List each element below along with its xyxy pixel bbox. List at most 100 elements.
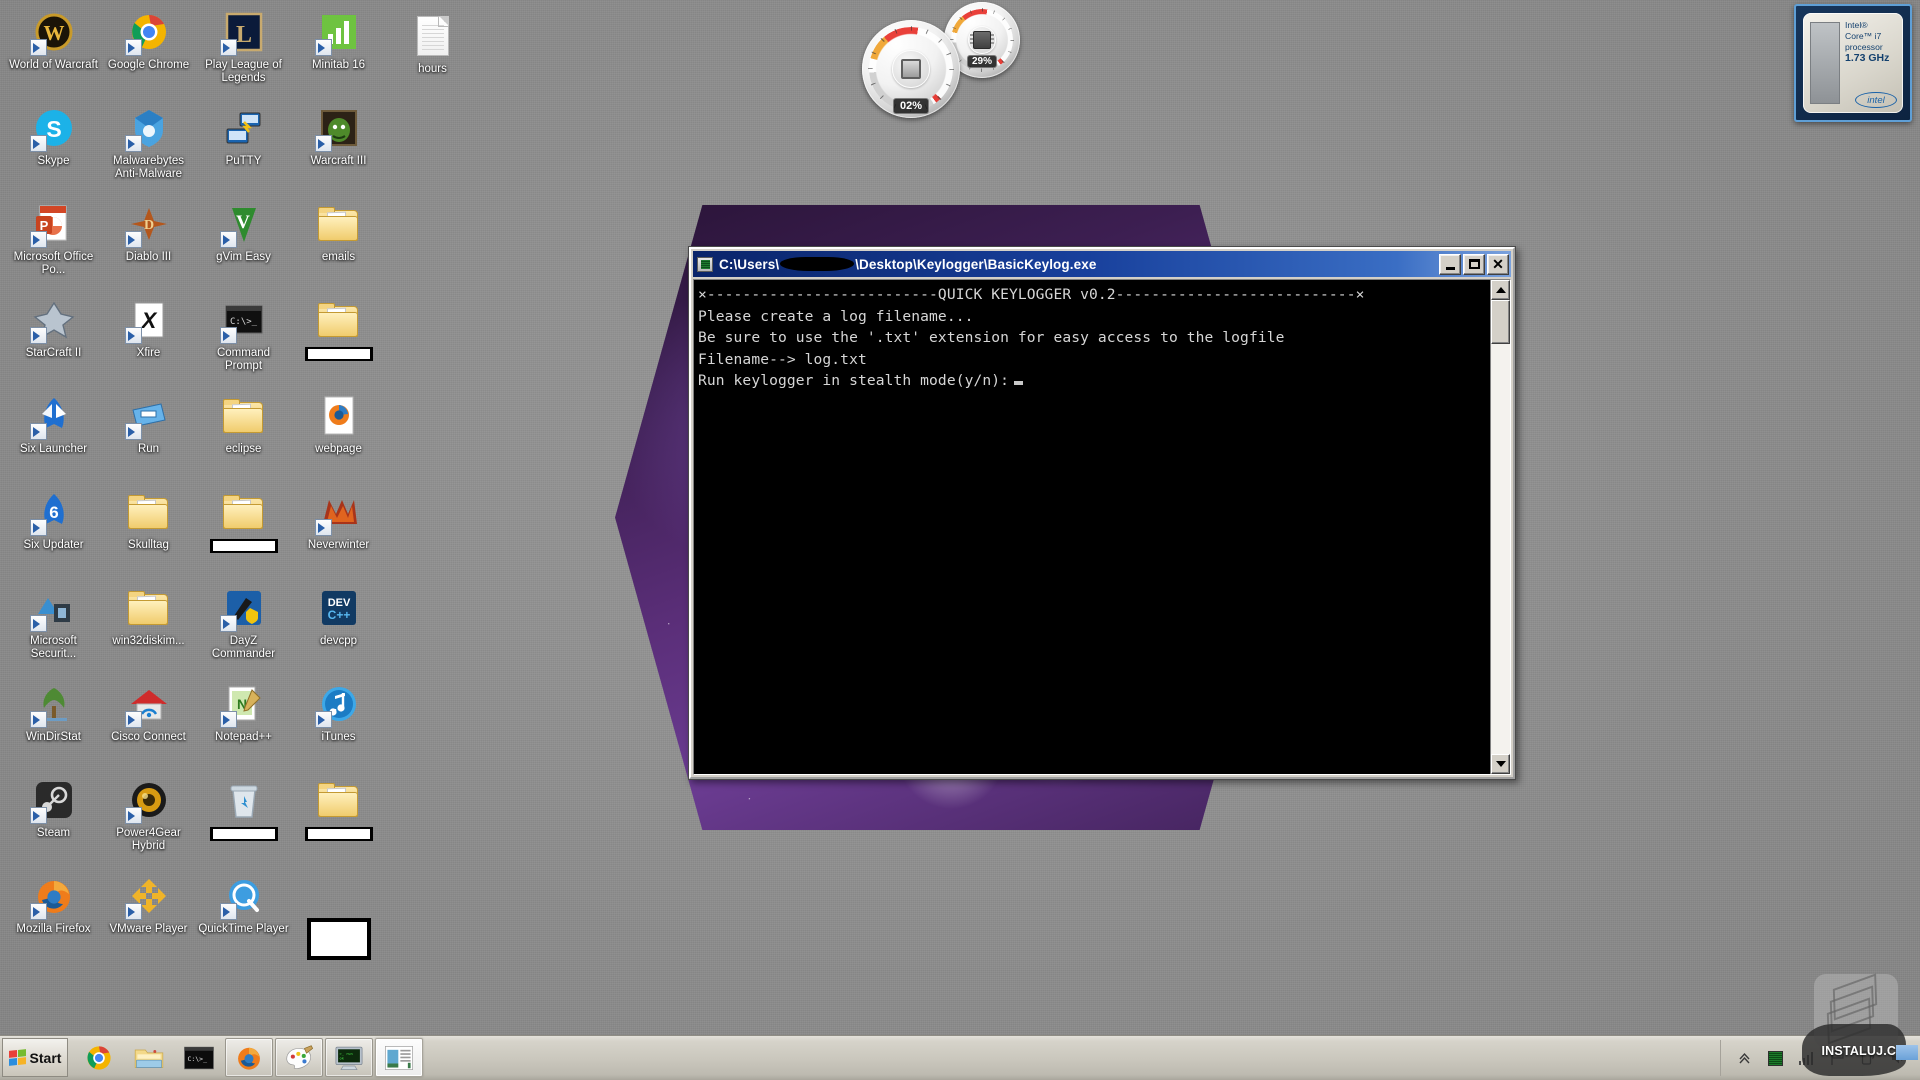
desktop-icon-minitab-16[interactable]: Minitab 16 — [291, 4, 386, 100]
taskbar-command-prompt[interactable]: C:\>_ — [175, 1038, 223, 1077]
diablo-iii-icon: D — [125, 200, 173, 248]
svg-text:6: 6 — [49, 503, 58, 522]
desktop-icon-win32diskim[interactable]: win32diskim... — [101, 580, 196, 676]
desktop-icon-skype[interactable]: SSkype — [6, 100, 101, 196]
desktop-icon-microsoft-office-po[interactable]: PMicrosoft Office Po... — [6, 196, 101, 292]
maximize-button[interactable] — [1463, 254, 1485, 275]
desktop-icon-redacted[interactable] — [291, 772, 386, 868]
network-monitor-icon[interactable] — [1766, 1049, 1784, 1067]
window-title: C:\Users\\Desktop\Keylogger\BasicKeylog.… — [719, 257, 1437, 272]
console-window[interactable]: C:\Users\\Desktop\Keylogger\BasicKeylog.… — [688, 246, 1516, 780]
desktop-icon-label: Skulltag — [128, 539, 169, 552]
desktop-icon-skulltag[interactable]: Skulltag — [101, 484, 196, 580]
desktop-icon-label: Diablo III — [126, 251, 171, 264]
intel-cpu-gadget[interactable]: Intel® Core™ i7 processor 1.73 GHz intel — [1794, 4, 1912, 122]
desktop-icon-gvim-easy[interactable]: VgVim Easy — [196, 196, 291, 292]
system-tray[interactable] — [1720, 1040, 1920, 1076]
window-titlebar[interactable]: C:\Users\\Desktop\Keylogger\BasicKeylog.… — [693, 251, 1511, 277]
cpu-gauge-value: 29% — [967, 55, 997, 68]
folder-icon — [315, 296, 363, 344]
desktop-icon-neverwinter[interactable]: Neverwinter — [291, 484, 386, 580]
console-text[interactable]: ×--------------------------QUICK KEYLOGG… — [694, 280, 1490, 774]
desktop-icon-label: webpage — [315, 443, 362, 456]
desktop-icon-eclipse[interactable]: eclipse — [196, 388, 291, 484]
windows-logo-icon — [9, 1049, 26, 1066]
desktop-icon-redacted[interactable] — [196, 772, 291, 868]
folder-icon — [125, 488, 173, 536]
desktop-icon-google-chrome[interactable]: Google Chrome — [101, 4, 196, 100]
scroll-up-button[interactable] — [1491, 280, 1510, 300]
desktop-icon-vmware-player[interactable]: VMware Player — [101, 868, 196, 964]
desktop-icon-redacted[interactable] — [291, 292, 386, 388]
desktop-icon-emails[interactable]: emails — [291, 196, 386, 292]
six-updater-icon: 6 — [30, 488, 78, 536]
desktop-icon-play-league-of-legends[interactable]: LPlay League of Legends — [196, 4, 291, 100]
taskbar-remote-desktop[interactable]: >_ run ok — [325, 1038, 373, 1077]
desktop-icon-microsoft-securit[interactable]: Microsoft Securit... — [6, 580, 101, 676]
desktop-icon-six-launcher[interactable]: Six Launcher — [6, 388, 101, 484]
scrollbar-thumb[interactable] — [1491, 300, 1510, 344]
taskbar-google-chrome[interactable] — [75, 1038, 123, 1077]
scrollbar-track[interactable] — [1491, 344, 1510, 754]
action-center-flag-icon[interactable] — [1828, 1049, 1846, 1067]
taskbar[interactable]: Start C:\>_ — [0, 1035, 1920, 1080]
desktop-icon-cisco-connect[interactable]: Cisco Connect — [101, 676, 196, 772]
desktop[interactable]: WWorld of Warcraft Google Chrome LPlay L… — [0, 0, 1920, 1080]
desktop-icon-diablo-iii[interactable]: D Diablo III — [101, 196, 196, 292]
desktop-icon-quicktime-player[interactable]: QuickTime Player — [196, 868, 291, 964]
signal-strength-icon[interactable] — [1797, 1049, 1815, 1067]
desktop-icon-devcpp[interactable]: DEV C++devcpp — [291, 580, 386, 676]
desktop-icon-command-prompt[interactable]: C:\>_Command Prompt — [196, 292, 291, 388]
desktop-icon-six-updater[interactable]: 6Six Updater — [6, 484, 101, 580]
performance-gauge-gadget[interactable]: 29% 02% — [862, 2, 1028, 120]
watermark-logo-icon — [1826, 982, 1888, 1040]
desktop-icon-dayz-commander[interactable]: DayZ Commander — [196, 580, 291, 676]
console-output-area[interactable]: ×--------------------------QUICK KEYLOGG… — [693, 279, 1511, 775]
desktop-icon-putty[interactable]: PuTTY — [196, 100, 291, 196]
minimize-button[interactable] — [1439, 254, 1461, 275]
desktop-icon-label: Xfire — [137, 347, 161, 360]
memory-gauge[interactable]: 02% — [862, 20, 960, 118]
desktop-icon-power4gear-hybrid[interactable]: Power4Gear Hybrid — [101, 772, 196, 868]
desktop-icon-windirstat[interactable]: WinDirStat — [6, 676, 101, 772]
desktop-icon-itunes[interactable]: iTunes — [291, 676, 386, 772]
desktop-icon-redacted[interactable] — [291, 868, 386, 964]
desktop-icon-steam[interactable]: Steam — [6, 772, 101, 868]
google-chrome-icon — [125, 8, 173, 56]
svg-text:C:\>_: C:\>_ — [187, 1054, 207, 1062]
desktop-icon-label: Minitab 16 — [312, 59, 365, 72]
taskbar-basickeylog[interactable] — [375, 1038, 423, 1077]
desktop-icon-notepad[interactable]: N Notepad++ — [196, 676, 291, 772]
start-button-label: Start — [30, 1050, 62, 1066]
skype-icon: S — [30, 104, 78, 152]
desktop-icon-starcraft-ii[interactable]: StarCraft II — [6, 292, 101, 388]
desktop-icon-world-of-warcraft[interactable]: WWorld of Warcraft — [6, 4, 101, 100]
power-battery-icon[interactable] — [1859, 1049, 1877, 1067]
run-icon — [125, 392, 173, 440]
taskbar-paint[interactable] — [275, 1038, 323, 1077]
text-document-icon — [409, 12, 457, 60]
desktop-icon-label: WinDirStat — [26, 731, 81, 744]
desktop-icon-xfire[interactable]: XXfire — [101, 292, 196, 388]
desktop-icon-warcraft-iii[interactable]: Warcraft III — [291, 100, 386, 196]
desktop-icon-webpage[interactable]: webpage — [291, 388, 386, 484]
desktop-icon-label-redacted — [305, 347, 373, 365]
scroll-down-button[interactable] — [1491, 754, 1510, 774]
folder-icon — [220, 488, 268, 536]
desktop-icon-label: Microsoft Securit... — [8, 635, 100, 661]
desktop-icon-label: Six Launcher — [20, 443, 87, 456]
desktop-icon-label: Mozilla Firefox — [16, 923, 90, 936]
desktop-icon-hours[interactable]: hours — [385, 8, 480, 76]
desktop-icon-redacted[interactable] — [196, 484, 291, 580]
desktop-icon-label: QuickTime Player — [198, 923, 288, 936]
desktop-icon-run[interactable]: Run — [101, 388, 196, 484]
vertical-scrollbar[interactable] — [1490, 280, 1510, 774]
volume-speaker-icon[interactable] — [1890, 1049, 1908, 1067]
start-button[interactable]: Start — [2, 1038, 68, 1077]
close-button[interactable]: ✕ — [1487, 254, 1509, 275]
desktop-icon-malwarebytes-anti-malware[interactable]: Malwarebytes Anti-Malware — [101, 100, 196, 196]
desktop-icon-mozilla-firefox[interactable]: Mozilla Firefox — [6, 868, 101, 964]
taskbar-mozilla-firefox[interactable] — [225, 1038, 273, 1077]
taskbar-windows-explorer[interactable] — [125, 1038, 173, 1077]
show-hidden-icons-chevron[interactable] — [1735, 1049, 1753, 1067]
